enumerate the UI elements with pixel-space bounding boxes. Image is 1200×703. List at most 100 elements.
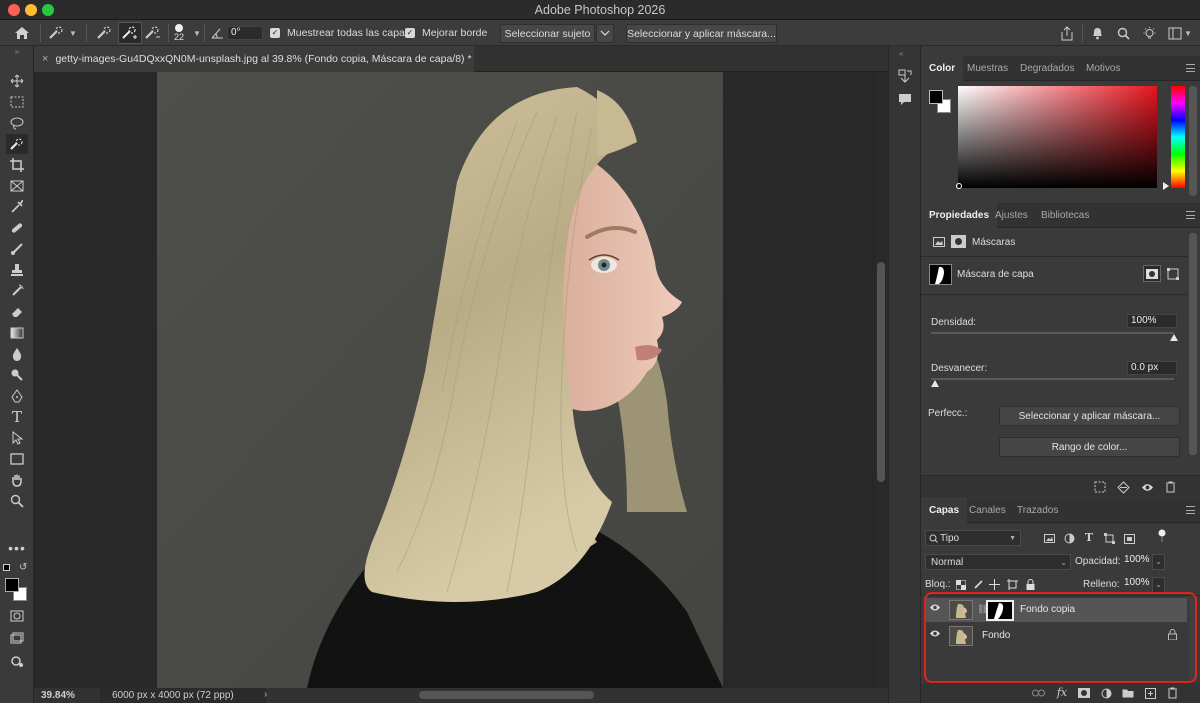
- opacity-input[interactable]: 100%: [1121, 554, 1151, 568]
- search-button[interactable]: [1117, 20, 1130, 46]
- blur-tool[interactable]: [6, 344, 28, 364]
- density-slider-thumb[interactable]: [1170, 334, 1178, 341]
- properties-scrollbar[interactable]: [1189, 233, 1197, 455]
- load-selection-button[interactable]: [1093, 480, 1107, 494]
- tab-color[interactable]: Color: [921, 56, 964, 81]
- crop-tool[interactable]: [6, 155, 28, 175]
- tab-properties[interactable]: Propiedades: [921, 203, 998, 228]
- panel-menu-icon[interactable]: [1186, 506, 1195, 514]
- select-subject-button[interactable]: Seleccionar sujeto: [500, 24, 595, 43]
- lock-all-button[interactable]: [1025, 578, 1036, 590]
- tab-libraries[interactable]: Bibliotecas: [1041, 203, 1089, 228]
- clone-stamp-tool[interactable]: [6, 260, 28, 280]
- lock-artboard-button[interactable]: [1007, 579, 1018, 590]
- hue-slider[interactable]: [1171, 86, 1185, 188]
- apply-mask-button[interactable]: [1116, 480, 1130, 494]
- color-panel-scrollbar[interactable]: [1189, 86, 1197, 196]
- add-pixel-mask-button[interactable]: [1143, 265, 1161, 282]
- tab-patterns[interactable]: Motivos: [1086, 56, 1120, 81]
- link-layers-button[interactable]: [1031, 686, 1045, 700]
- filter-adjustment-button[interactable]: [1063, 532, 1075, 544]
- add-to-selection-mode[interactable]: [118, 22, 142, 44]
- filter-toggle-button[interactable]: [1155, 529, 1169, 543]
- rectangle-tool[interactable]: [6, 449, 28, 469]
- fill-dropdown[interactable]: ⌄: [1152, 577, 1165, 593]
- chevron-right-icon[interactable]: ›: [264, 689, 267, 700]
- blend-mode-dropdown[interactable]: Normal ⌄: [925, 554, 1071, 570]
- canvas-area[interactable]: [34, 72, 888, 688]
- layer-filter-dropdown[interactable]: Tipo ▼: [925, 530, 1021, 546]
- brush-tool[interactable]: [6, 239, 28, 259]
- enhance-edge-checkbox[interactable]: ✓ Mejorar borde: [405, 20, 487, 46]
- path-selection-tool[interactable]: [6, 428, 28, 448]
- color-picker-field[interactable]: [958, 86, 1157, 188]
- tab-layers[interactable]: Capas: [921, 498, 968, 523]
- feather-slider-thumb[interactable]: [931, 380, 939, 387]
- eraser-tool[interactable]: [6, 302, 28, 322]
- history-panel-button[interactable]: [897, 68, 913, 84]
- home-button[interactable]: [14, 20, 30, 46]
- document-image[interactable]: [157, 72, 723, 688]
- chevron-down-icon[interactable]: ▼: [193, 20, 201, 46]
- new-adjustment-button[interactable]: [1099, 686, 1113, 700]
- color-picker-cursor[interactable]: [956, 183, 962, 189]
- frame-tool[interactable]: [6, 176, 28, 196]
- more-tools-button[interactable]: •••: [6, 538, 28, 558]
- select-and-mask-panel-button[interactable]: Seleccionar y aplicar máscara...: [999, 406, 1180, 426]
- tab-swatches[interactable]: Muestras: [967, 56, 1008, 81]
- lasso-tool[interactable]: [6, 113, 28, 133]
- opacity-dropdown[interactable]: ⌄: [1152, 554, 1165, 570]
- density-input[interactable]: 100%: [1127, 314, 1177, 328]
- lock-transparent-button[interactable]: [955, 579, 966, 590]
- tab-adjustments[interactable]: Ajustes: [995, 203, 1028, 228]
- eyedropper-tool[interactable]: [6, 197, 28, 217]
- dodge-tool[interactable]: [6, 365, 28, 385]
- brush-size-picker[interactable]: 22: [174, 20, 184, 46]
- type-tool[interactable]: T: [6, 407, 28, 427]
- vertical-scrollbar[interactable]: [875, 72, 888, 688]
- new-layer-button[interactable]: [1143, 686, 1157, 700]
- lock-pixels-button[interactable]: [973, 579, 984, 590]
- add-vector-mask-button[interactable]: [1164, 265, 1182, 282]
- lock-position-button[interactable]: [989, 579, 1000, 590]
- share-button[interactable]: [1060, 20, 1074, 46]
- tab-gradients[interactable]: Degradados: [1020, 56, 1074, 81]
- panel-menu-icon[interactable]: [1186, 64, 1195, 72]
- zoom-level[interactable]: 39.84%: [41, 690, 75, 701]
- comments-panel-button[interactable]: [897, 91, 913, 107]
- quick-mask-button[interactable]: [6, 606, 28, 626]
- delete-layer-button[interactable]: [1165, 686, 1179, 700]
- select-and-mask-button[interactable]: Seleccionar y aplicar máscara...: [626, 24, 777, 43]
- pen-tool[interactable]: [6, 386, 28, 406]
- collapse-panels-icon[interactable]: «: [899, 49, 903, 58]
- select-subject-dropdown[interactable]: [596, 24, 614, 43]
- gradient-tool[interactable]: [6, 323, 28, 343]
- delete-mask-button[interactable]: [1163, 480, 1177, 494]
- fill-input[interactable]: 100%: [1121, 577, 1151, 591]
- mask-thumbnail[interactable]: [929, 264, 952, 285]
- color-range-button[interactable]: Rango de color...: [999, 437, 1180, 457]
- filter-smart-object-button[interactable]: [1123, 532, 1135, 544]
- tool-preset-picker[interactable]: ▼: [48, 20, 77, 46]
- density-slider[interactable]: [931, 332, 1174, 334]
- edit-toolbar-button[interactable]: [6, 651, 28, 671]
- workspace-button[interactable]: ▼: [1168, 20, 1192, 46]
- new-group-button[interactable]: [1121, 686, 1135, 700]
- notifications-button[interactable]: [1091, 20, 1104, 46]
- swap-colors-icon[interactable]: ↺: [19, 562, 27, 573]
- filter-type-button[interactable]: T: [1083, 531, 1095, 544]
- foreground-color-swatch[interactable]: [5, 578, 19, 592]
- vertical-scroll-thumb[interactable]: [877, 262, 885, 482]
- feather-slider[interactable]: [931, 378, 1174, 380]
- panel-menu-icon[interactable]: [1186, 211, 1195, 219]
- angle-input[interactable]: 0°: [227, 26, 263, 40]
- hue-slider-thumb[interactable]: [1163, 182, 1169, 190]
- zoom-tool[interactable]: [6, 491, 28, 511]
- healing-brush-tool[interactable]: [6, 218, 28, 238]
- layer-styles-button[interactable]: fx: [1054, 685, 1070, 699]
- hand-tool[interactable]: [6, 470, 28, 490]
- tab-channels[interactable]: Canales: [969, 498, 1006, 523]
- history-brush-tool[interactable]: [6, 281, 28, 301]
- close-tab-icon[interactable]: ×: [42, 53, 48, 65]
- tab-paths[interactable]: Trazados: [1017, 498, 1058, 523]
